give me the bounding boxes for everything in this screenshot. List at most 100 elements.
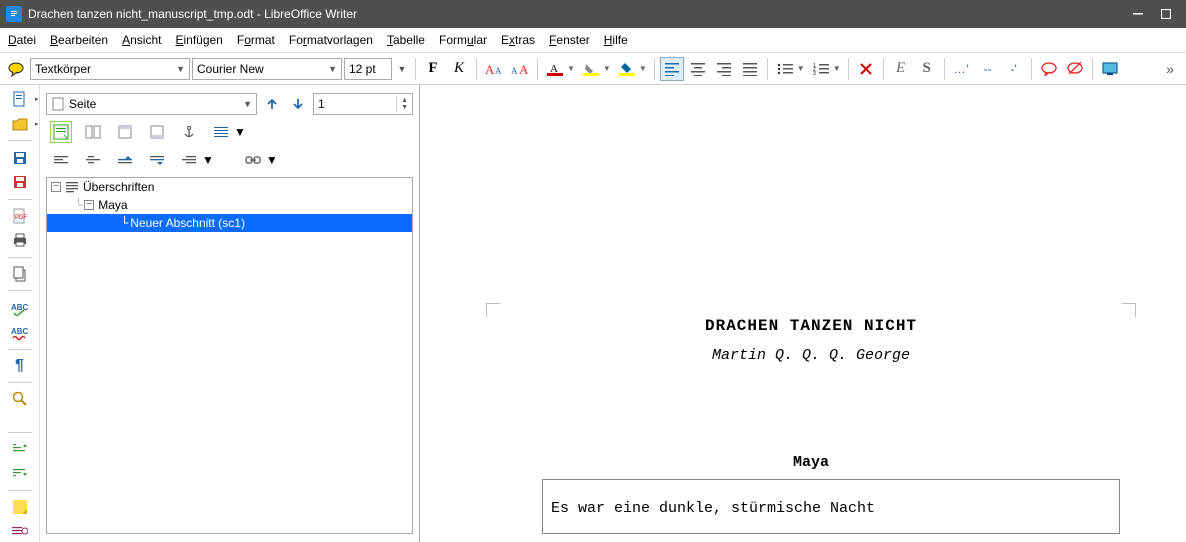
doc-chapter-heading[interactable]: Maya <box>486 454 1136 471</box>
align-left-icon[interactable] <box>660 57 684 81</box>
ellipsis-icon[interactable]: …' <box>950 57 974 81</box>
outline-down-icon[interactable] <box>9 463 31 484</box>
menu-table[interactable]: Tabelle <box>387 33 425 47</box>
grow-font-icon[interactable]: AA <box>482 57 506 81</box>
toolbar-overflow-icon[interactable]: » <box>1158 57 1182 81</box>
window-title: Drachen tanzen nicht_manuscript_tmp.odt … <box>28 7 1124 21</box>
minimize-button[interactable] <box>1124 4 1152 24</box>
font-size-combo[interactable]: 12 pt <box>344 58 392 80</box>
nav-next-icon[interactable] <box>287 93 309 115</box>
nav-movedown-icon[interactable] <box>146 149 168 171</box>
navigator-tree[interactable]: − Überschriften └ − Maya └ Neuer Abschni… <box>46 177 413 534</box>
numbered-list-icon[interactable]: 123 <box>809 57 833 81</box>
formatting-toolbar: Textkörper▼ Courier New▼ 12 pt ▼ F K AA … <box>0 53 1186 85</box>
menu-help[interactable]: Hilfe <box>604 33 628 47</box>
svg-text:ABC: ABC <box>11 327 29 336</box>
italic-button[interactable]: K <box>447 57 471 81</box>
copy-icon[interactable] <box>9 264 31 285</box>
tree-label: Überschriften <box>83 180 154 194</box>
document-area[interactable]: DRACHEN TANZEN NICHT Martin Q. Q. Q. Geo… <box>420 85 1186 542</box>
speech-bubble-off-icon[interactable] <box>1063 57 1087 81</box>
menu-form[interactable]: Formular <box>439 33 487 47</box>
svg-text:A: A <box>495 66 502 76</box>
svg-text:ABC: ABC <box>11 303 29 312</box>
nav-anchor-icon[interactable] <box>178 121 200 143</box>
tree-chapter-maya[interactable]: └ − Maya <box>47 196 412 214</box>
collapse-icon[interactable]: − <box>84 200 94 210</box>
font-name-combo[interactable]: Courier New▼ <box>192 58 342 80</box>
nav-footer-icon[interactable] <box>146 121 168 143</box>
doc-author[interactable]: Martin Q. Q. Q. George <box>486 347 1136 364</box>
menu-edit[interactable]: Bearbeiten <box>50 33 108 47</box>
nav-moveup-icon[interactable] <box>114 149 136 171</box>
outline-up-icon[interactable] <box>9 439 31 460</box>
maximize-button[interactable] <box>1152 4 1180 24</box>
align-right-icon[interactable] <box>712 57 736 81</box>
highlight-color-icon[interactable] <box>579 57 603 81</box>
menu-format[interactable]: Format <box>237 33 275 47</box>
doc-text-frame[interactable]: Es war eine dunkle, stürmische Nacht <box>542 479 1120 534</box>
tree-root-headings[interactable]: − Überschriften <box>47 178 412 196</box>
nav-promote-icon[interactable] <box>50 149 72 171</box>
background-color-icon[interactable] <box>615 57 639 81</box>
svg-text:3: 3 <box>813 71 816 76</box>
dash-icon[interactable]: -- <box>976 57 1000 81</box>
menu-extras[interactable]: Extras <box>501 33 535 47</box>
new-doc-icon[interactable]: ▸ <box>9 89 31 110</box>
export-pdf-icon[interactable]: PDF <box>9 205 31 226</box>
menu-insert[interactable]: Einfügen <box>175 33 222 47</box>
nav-link-icon[interactable] <box>242 149 264 171</box>
speech-bubble-icon[interactable] <box>1037 57 1061 81</box>
emphasis-icon[interactable]: E <box>889 57 913 81</box>
nav-content-view-icon[interactable] <box>50 121 72 143</box>
nav-level-icon[interactable] <box>178 149 200 171</box>
doc-title[interactable]: DRACHEN TANZEN NICHT <box>486 317 1136 335</box>
open-doc-icon[interactable]: ▸ <box>9 114 31 135</box>
menubar: Datei Bearbeiten Ansicht Einfügen Format… <box>0 28 1186 53</box>
menu-file[interactable]: Datei <box>8 33 36 47</box>
clear-formatting-icon[interactable] <box>854 57 878 81</box>
note-yellow-icon[interactable] <box>9 497 31 518</box>
menu-styles[interactable]: Formatvorlagen <box>289 33 373 47</box>
bold-button[interactable]: F <box>421 57 445 81</box>
titlebar: Drachen tanzen nicht_manuscript_tmp.odt … <box>0 0 1186 28</box>
menu-window[interactable]: Fenster <box>549 33 590 47</box>
doc-body-text[interactable]: Es war eine dunkle, stürmische Nacht <box>551 500 1111 517</box>
tree-scene-sc1[interactable]: └ Neuer Abschnitt (sc1) <box>47 214 412 232</box>
display-icon[interactable] <box>1098 57 1122 81</box>
save-icon[interactable] <box>9 147 31 168</box>
paragraph-style-combo[interactable]: Textkörper▼ <box>30 58 190 80</box>
strong-icon[interactable]: S <box>915 57 939 81</box>
quote-icon[interactable]: -' <box>1002 57 1026 81</box>
font-size-dropdown[interactable]: ▼ <box>394 57 410 81</box>
navigator-category-combo[interactable]: Seite▼ <box>46 93 257 115</box>
tree-label: Neuer Abschnitt (sc1) <box>130 216 245 230</box>
left-sidebar-toolbar: ▸ ▸ PDF ABC ABC ¶ <box>0 85 40 542</box>
app-icon <box>6 6 22 22</box>
align-center-icon[interactable] <box>686 57 710 81</box>
nav-toggle-icon[interactable] <box>82 121 104 143</box>
font-color-icon[interactable]: A <box>543 57 567 81</box>
headings-icon <box>65 180 79 194</box>
spellcheck-red-icon[interactable]: ABC <box>9 322 31 343</box>
nav-demote-icon[interactable] <box>82 149 104 171</box>
spellcheck-icon[interactable]: ABC <box>9 297 31 318</box>
nav-reminder-icon[interactable] <box>210 121 232 143</box>
comment-bubble-icon[interactable] <box>4 57 28 81</box>
nav-header-icon[interactable] <box>114 121 136 143</box>
nav-prev-icon[interactable] <box>261 93 283 115</box>
navigator-panel: Seite▼ 1▲▼ ▼ ▼ ▼ − Über <box>40 85 420 542</box>
align-justify-icon[interactable] <box>738 57 762 81</box>
svg-text:A: A <box>511 66 518 76</box>
save-as-icon[interactable] <box>9 172 31 193</box>
shrink-font-icon[interactable]: AA <box>508 57 532 81</box>
nav-page-spinner[interactable]: 1▲▼ <box>313 93 413 115</box>
menu-view[interactable]: Ansicht <box>122 33 161 47</box>
pilcrow-icon[interactable]: ¶ <box>9 355 31 376</box>
tree-label: Maya <box>98 198 127 212</box>
print-icon[interactable] <box>9 230 31 251</box>
collapse-icon[interactable]: − <box>51 182 61 192</box>
bullet-list-icon[interactable] <box>773 57 797 81</box>
zoom-icon[interactable] <box>9 389 31 410</box>
settings-list-icon[interactable] <box>9 521 31 542</box>
